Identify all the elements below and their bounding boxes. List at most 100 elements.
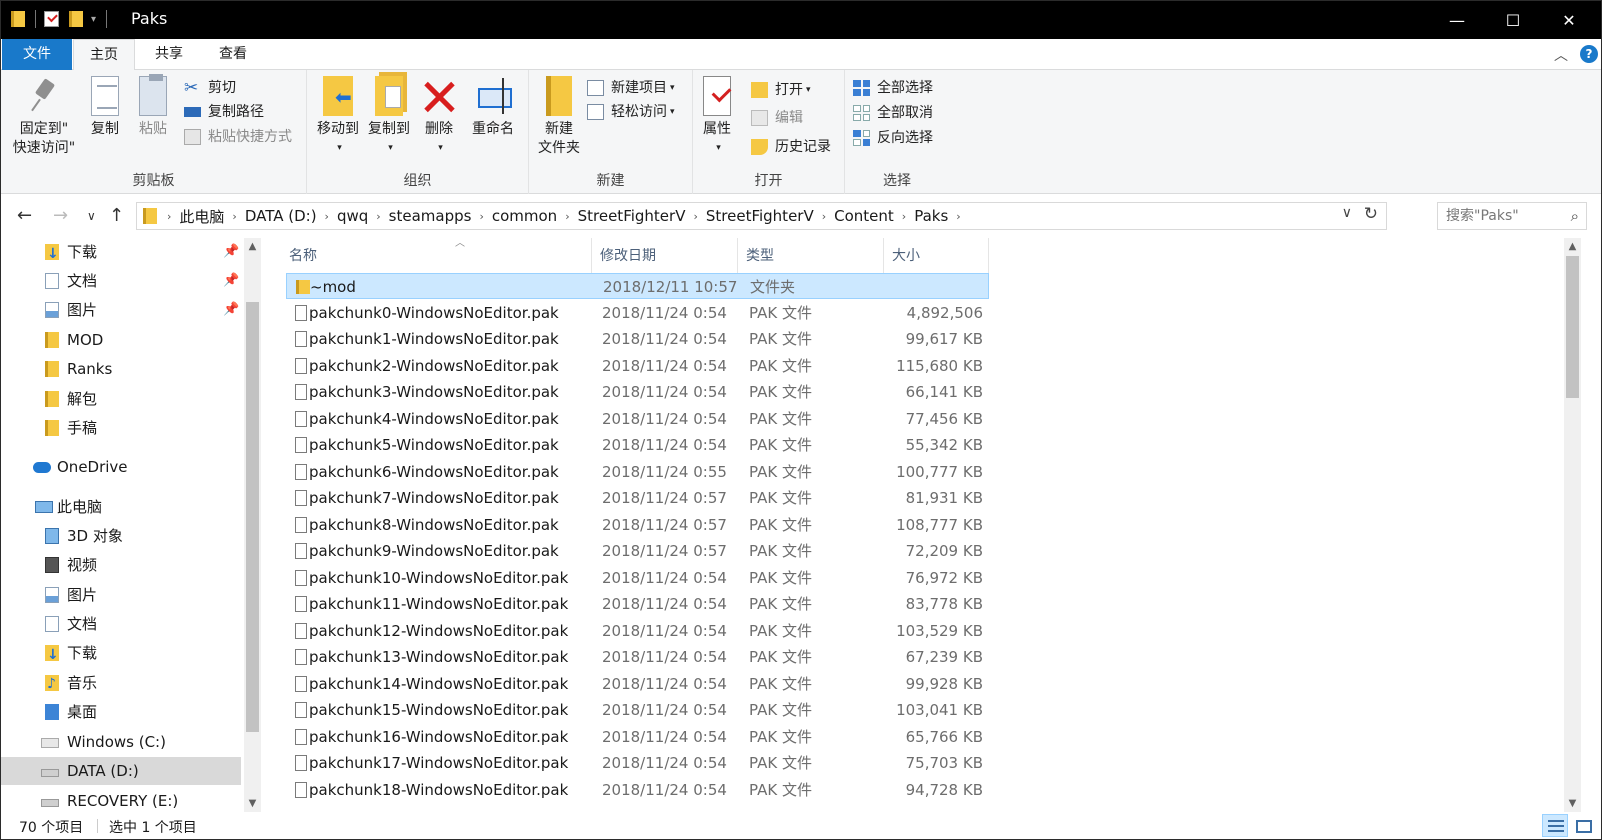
edit-button[interactable]: 编辑 bbox=[751, 107, 803, 129]
tab-share[interactable]: 共享 bbox=[139, 39, 199, 70]
file-list-scrollbar-thumb[interactable] bbox=[1566, 256, 1579, 398]
file-row[interactable]: pakchunk9-WindowsNoEditor.pak 2018/11/24 … bbox=[286, 538, 989, 564]
breadcrumb-steamapps[interactable]: steamapps bbox=[385, 207, 476, 225]
file-row[interactable]: pakchunk16-WindowsNoEditor.pak 2018/11/24… bbox=[286, 724, 989, 750]
nav-item-downloads-pc[interactable]: 下载 bbox=[1, 639, 241, 669]
nav-scrollbar-thumb[interactable] bbox=[246, 302, 259, 732]
nav-item-pictures[interactable]: 图片 📌 bbox=[1, 296, 241, 324]
breadcrumb-common[interactable]: common bbox=[488, 207, 561, 225]
file-row[interactable]: pakchunk8-WindowsNoEditor.pak 2018/11/24 … bbox=[286, 512, 989, 538]
minimize-button[interactable]: — bbox=[1429, 1, 1485, 39]
nav-item-unpack[interactable]: 解包 bbox=[1, 385, 241, 413]
breadcrumb-content[interactable]: Content bbox=[830, 207, 898, 225]
file-row[interactable]: pakchunk3-WindowsNoEditor.pak 2018/11/24 … bbox=[286, 379, 989, 405]
nav-item-documents-pc[interactable]: 文档 bbox=[1, 610, 241, 638]
breadcrumb-qwq[interactable]: qwq bbox=[333, 207, 372, 225]
file-list-scrollbar[interactable]: ▲ ▼ bbox=[1564, 238, 1581, 812]
copy-to-button[interactable]: 复制到 ▾ bbox=[363, 76, 415, 158]
file-row[interactable]: pakchunk10-WindowsNoEditor.pak 2018/11/24… bbox=[286, 565, 989, 591]
copy-path-button[interactable]: 复制路径 bbox=[184, 101, 264, 123]
open-button[interactable]: 打开 ▾ bbox=[751, 79, 811, 101]
cut-button[interactable]: 剪切 bbox=[184, 77, 236, 99]
file-row[interactable]: pakchunk4-WindowsNoEditor.pak 2018/11/24 … bbox=[286, 406, 989, 432]
file-row[interactable]: pakchunk12-WindowsNoEditor.pak 2018/11/24… bbox=[286, 618, 989, 644]
customize-toolbar-icon[interactable]: ▾ bbox=[91, 14, 96, 25]
file-row[interactable]: pakchunk11-WindowsNoEditor.pak 2018/11/24… bbox=[286, 591, 989, 617]
column-header-date[interactable]: 修改日期 bbox=[592, 238, 738, 274]
nav-item-pictures-pc[interactable]: 图片 bbox=[1, 581, 241, 609]
chevron-right-icon[interactable]: › bbox=[818, 210, 830, 223]
back-arrow-icon[interactable]: ← bbox=[17, 205, 32, 226]
file-row[interactable]: pakchunk7-WindowsNoEditor.pak 2018/11/24 … bbox=[286, 485, 989, 511]
address-bar[interactable]: › 此电脑 › DATA (D:) › qwq › steamapps › co… bbox=[136, 202, 1387, 230]
chevron-right-icon[interactable]: › bbox=[475, 210, 487, 223]
nav-item-3d-objects[interactable]: 3D 对象 bbox=[1, 522, 241, 550]
address-dropdown-icon[interactable]: ∨ bbox=[1342, 205, 1352, 221]
rename-button[interactable]: 重命名 bbox=[467, 76, 519, 139]
breadcrumb-streetfighterv[interactable]: StreetFighterV bbox=[574, 207, 690, 225]
file-row[interactable]: pakchunk15-WindowsNoEditor.pak 2018/11/24… bbox=[286, 697, 989, 723]
scroll-up-icon[interactable]: ▲ bbox=[1564, 238, 1581, 255]
refresh-icon[interactable]: ↻ bbox=[1364, 204, 1378, 224]
close-button[interactable]: ✕ bbox=[1541, 1, 1597, 39]
file-row[interactable]: pakchunk2-WindowsNoEditor.pak 2018/11/24 … bbox=[286, 353, 989, 379]
search-icon[interactable]: ⌕ bbox=[1571, 203, 1579, 229]
nav-item-data-d[interactable]: DATA (D:) bbox=[1, 757, 241, 785]
chevron-right-icon[interactable]: › bbox=[898, 210, 910, 223]
column-header-size[interactable]: 大小 bbox=[884, 238, 989, 274]
pin-icon[interactable]: 📌 bbox=[223, 267, 239, 295]
column-header-type[interactable]: 类型 bbox=[738, 238, 884, 274]
pin-icon[interactable]: 📌 bbox=[223, 296, 239, 324]
pin-icon[interactable]: 📌 bbox=[223, 238, 239, 266]
file-row[interactable]: pakchunk1-WindowsNoEditor.pak 2018/11/24 … bbox=[286, 326, 989, 352]
nav-scrollbar[interactable]: ▲ ▼ bbox=[244, 238, 261, 812]
chevron-right-icon[interactable]: › bbox=[228, 210, 240, 223]
maximize-button[interactable]: ☐ bbox=[1485, 1, 1541, 39]
properties-button[interactable]: 属性 ▾ bbox=[697, 76, 737, 158]
breadcrumb-data-drive[interactable]: DATA (D:) bbox=[241, 207, 321, 225]
column-header-name[interactable]: 名称 ︿ bbox=[281, 238, 592, 274]
tab-home[interactable]: 主页 bbox=[73, 39, 135, 71]
nav-item-mod[interactable]: MOD bbox=[1, 326, 241, 354]
help-icon[interactable]: ? bbox=[1580, 45, 1598, 63]
scroll-down-icon[interactable]: ▼ bbox=[1564, 795, 1581, 812]
new-folder-button[interactable]: 新建 文件夹 bbox=[533, 76, 585, 158]
nav-item-this-pc[interactable]: 此电脑 bbox=[1, 493, 241, 521]
file-row[interactable]: pakchunk6-WindowsNoEditor.pak 2018/11/24 … bbox=[286, 459, 989, 485]
chevron-right-icon[interactable]: › bbox=[952, 210, 964, 223]
recent-locations-icon[interactable]: ∨ bbox=[87, 209, 96, 223]
collapse-ribbon-icon[interactable]: ︿ bbox=[1554, 45, 1568, 65]
new-folder-icon[interactable] bbox=[69, 11, 83, 27]
select-none-button[interactable]: 全部取消 bbox=[853, 102, 933, 124]
paste-shortcut-button[interactable]: 粘贴快捷方式 bbox=[184, 126, 292, 148]
nav-item-ranks[interactable]: Ranks bbox=[1, 355, 241, 383]
tab-view[interactable]: 查看 bbox=[203, 39, 263, 70]
chevron-right-icon[interactable]: › bbox=[372, 210, 384, 223]
chevron-right-icon[interactable]: › bbox=[561, 210, 573, 223]
invert-selection-button[interactable]: 反向选择 bbox=[853, 127, 933, 149]
scroll-up-icon[interactable]: ▲ bbox=[244, 238, 261, 255]
nav-item-windows-c[interactable]: Windows (C:) bbox=[1, 728, 241, 756]
paste-button[interactable]: 粘贴 bbox=[133, 74, 173, 139]
pin-quick-access-button[interactable]: 固定到" 快速访问" bbox=[9, 76, 79, 158]
up-arrow-icon[interactable]: ↑ bbox=[109, 205, 124, 226]
nav-item-recovery-e[interactable]: RECOVERY (E:) bbox=[1, 787, 241, 812]
breadcrumb-this-pc[interactable]: 此电脑 bbox=[175, 206, 228, 227]
history-button[interactable]: 历史记录 bbox=[751, 136, 831, 158]
chevron-right-icon[interactable]: › bbox=[321, 210, 333, 223]
copy-button[interactable]: 复制 bbox=[85, 76, 125, 139]
breadcrumb-paks[interactable]: Paks bbox=[910, 207, 952, 225]
large-icons-view-button[interactable] bbox=[1570, 814, 1596, 837]
breadcrumb-streetfighterv-2[interactable]: StreetFighterV bbox=[702, 207, 818, 225]
tab-file[interactable]: 文件 bbox=[2, 39, 72, 70]
properties-icon[interactable] bbox=[44, 11, 59, 27]
move-to-button[interactable]: 移动到 ▾ bbox=[313, 76, 363, 158]
easy-access-button[interactable]: 轻松访问 ▾ bbox=[587, 101, 675, 123]
nav-item-music[interactable]: 音乐 bbox=[1, 669, 241, 698]
forward-arrow-icon[interactable]: → bbox=[53, 205, 68, 226]
nav-item-desktop[interactable]: 桌面 bbox=[1, 698, 241, 726]
folder-row[interactable]: ~mod 2018/12/11 10:57 文件夹 bbox=[286, 273, 989, 299]
nav-item-documents[interactable]: 文档 📌 bbox=[1, 267, 241, 295]
nav-item-onedrive[interactable]: OneDrive bbox=[1, 453, 241, 481]
file-row[interactable]: pakchunk0-WindowsNoEditor.pak 2018/11/24 … bbox=[286, 300, 989, 326]
